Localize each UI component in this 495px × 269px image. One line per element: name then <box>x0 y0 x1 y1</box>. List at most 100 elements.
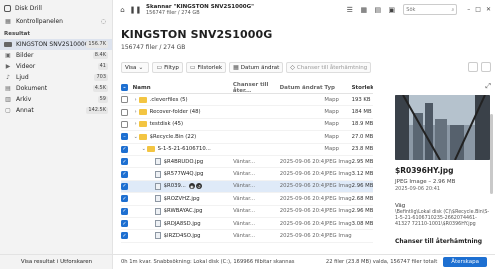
recover-icon[interactable]: ↺ <box>195 183 202 190</box>
recovery-chances-filter-button[interactable]: ◇ Chanser till återhämtning <box>286 62 372 73</box>
folder-icon <box>138 121 147 128</box>
row-date: 2025-09-06 20:41 <box>279 208 325 215</box>
music-icon: ♪ <box>6 74 10 81</box>
table-row[interactable]: ✓ ⌄ S-1-5-21-6106710... Mapp 23.8 MB <box>121 144 373 156</box>
sidebar-item-kingston[interactable]: KINGSTON SNV2S1000G 156.7K <box>0 39 112 50</box>
row-name: S-1-5-21-6106710... <box>157 146 211 153</box>
table-row[interactable]: ✓ $RWBAYAC.jpg Väntar... 2025-09-06 20:41 JP… <box>121 206 373 218</box>
close-icon[interactable]: ✕ <box>486 6 491 13</box>
chevron-right-icon[interactable]: › <box>133 109 139 115</box>
recover-button[interactable]: Återskapa <box>443 257 487 267</box>
row-date: 2025-09-06 20:41 <box>279 158 325 165</box>
recovery-chances-label: Chanser till återhämtning <box>296 64 368 71</box>
city-photo-icon <box>395 95 490 160</box>
sidebar-item-ljud[interactable]: ♪ Ljud 703 <box>0 72 112 83</box>
row-checkbox[interactable]: ✓ <box>121 232 128 240</box>
row-name: $ROZVHZ.jpg <box>163 195 200 202</box>
archive-icon: ▥ <box>5 96 11 103</box>
row-date: 2025-09-06 20:41 <box>279 220 325 227</box>
row-checkbox[interactable]: ✓ <box>121 195 128 203</box>
status-bar: 0h 1m kvar. Snabbsökning: Lokal disk (C:… <box>113 254 495 269</box>
chevron-right-icon[interactable]: › <box>133 97 139 103</box>
preview-pane-icon[interactable]: ▣ <box>386 4 397 15</box>
table-header: – Namn Chanser till åter... Datum ändrat… <box>121 82 373 94</box>
row-type: JPEG Image <box>324 232 352 239</box>
chevron-down-icon[interactable]: ⌄ <box>141 146 147 152</box>
sidebar-item-dashboard[interactable]: ▦ Kontrollpanelen ◌ <box>0 16 112 27</box>
row-checkbox[interactable]: ✓ <box>121 170 128 178</box>
filetype-filter-button[interactable]: ▭ Filtyp <box>152 62 183 73</box>
filesize-filter-button[interactable]: ▭ Filstorlek <box>185 62 227 73</box>
count-badge: 142.5K <box>86 107 108 114</box>
column-chance[interactable]: Chanser till åter... <box>233 82 280 94</box>
row-name: $R4BRUDO.jpg <box>163 158 204 165</box>
row-type: Mapp <box>324 96 339 103</box>
table-row[interactable]: ✓ $R4BRUDO.jpg Väntar... 2025-09-06 20:41 JP… <box>121 156 373 169</box>
chevron-right-icon[interactable]: › <box>133 121 139 127</box>
table-row[interactable]: › Recover-folder (48) Mapp 184 MB <box>121 106 373 119</box>
column-size[interactable]: Storlek <box>352 85 373 91</box>
row-size: 3.12 MB <box>351 171 373 178</box>
sidebar-item-annat[interactable]: ▢ Annat 142.5K <box>0 105 112 116</box>
grid-view-icon[interactable]: ▦ <box>358 4 369 15</box>
chevron-down-icon[interactable]: ⌄ <box>133 134 139 140</box>
preview-type-size: JPEG Image – 2.96 MB <box>395 179 456 185</box>
row-checkbox[interactable]: ✓ <box>121 220 128 228</box>
column-type[interactable]: Typ <box>324 85 351 91</box>
table-row[interactable]: – ⌄ $Recycle.Bin (22) Mapp 27.0 MB <box>121 131 373 144</box>
row-name: $Recycle.Bin (22) <box>149 133 197 140</box>
row-type: JPEG Image <box>324 171 352 178</box>
sort-toggle-icon[interactable] <box>481 62 491 72</box>
table-row[interactable]: ✓ $ROZVHZ.jpg Väntar... 2025-09-06 20:41 JPE… <box>121 193 373 206</box>
table-row[interactable]: ✓ $R577W4Q.jpg Väntar... 2025-09-06 20:41 JP… <box>121 168 373 181</box>
table-row[interactable]: › testdisk (45) Mapp 18.9 MB <box>121 119 373 132</box>
row-checkbox[interactable] <box>121 96 128 104</box>
row-chance: Väntar... <box>233 208 256 215</box>
search-icon: ⌕ <box>451 6 455 13</box>
sidebar-item-bilder[interactable]: ▣ Bilder 8.4K <box>0 50 112 61</box>
maximize-icon[interactable]: □ <box>475 6 481 13</box>
table-row[interactable]: ✓ $RDJA8SD.jpg Väntar... 2025-09-06 20:41 JP… <box>121 218 373 231</box>
table-row[interactable]: ✓ $R039... ◉ ↺ Väntar... 2025-09-06 20:41 JPEG… <box>121 180 373 194</box>
app-logo-icon <box>4 4 11 12</box>
row-name: $RDJA8SD.jpg <box>163 220 201 227</box>
home-icon[interactable]: ⌂ <box>117 5 128 16</box>
row-checkbox[interactable]: – <box>121 133 128 141</box>
row-actions: ◉ ↺ <box>188 183 203 190</box>
dashboard-icon: ▦ <box>5 18 11 25</box>
show-in-explorer-button[interactable]: Visa resultat i Utforskaren <box>0 254 113 269</box>
shield-icon: ◇ <box>290 64 295 71</box>
row-checkbox[interactable] <box>121 108 128 116</box>
open-external-icon[interactable]: ⤢ <box>485 82 491 91</box>
view-dropdown[interactable]: Visa ⌄ <box>121 62 150 73</box>
sidebar-item-arkiv[interactable]: ▥ Arkiv 59 <box>0 94 112 105</box>
row-checkbox[interactable]: ✓ <box>121 145 128 153</box>
row-type: Mapp <box>324 146 339 153</box>
table-row[interactable]: › .cleverfiles (5) Mapp 193 KB <box>121 94 373 107</box>
pause-icon[interactable]: ❚❚ <box>130 5 142 16</box>
count-badge: 156.7K <box>86 41 108 48</box>
sidebar-item-dokument[interactable]: ▤ Dokument 4.5K <box>0 83 112 94</box>
select-all-checkbox[interactable]: – <box>121 84 128 91</box>
row-type: JPEG Image <box>324 158 352 165</box>
table-row[interactable]: ✓ $IRZD4SO.jpg Väntar... 2025-09-06 20:41 JP… <box>121 230 373 243</box>
filter-toggle-icon[interactable] <box>468 62 478 72</box>
date-filter-button[interactable]: ▦ Datum ändrat <box>229 62 284 73</box>
row-checkbox[interactable]: ✓ <box>121 207 128 215</box>
column-date[interactable]: Datum ändrat <box>280 85 325 91</box>
column-name[interactable]: Namn <box>133 85 233 91</box>
search-input[interactable]: Sök ⌕ <box>403 4 458 15</box>
row-checkbox[interactable]: ✓ <box>121 158 128 166</box>
sidebar-item-label: Annat <box>16 107 34 114</box>
list-view-icon[interactable]: ☰ <box>344 4 355 15</box>
row-checkbox[interactable]: ✓ <box>121 182 128 190</box>
row-chance: Väntar... <box>233 195 256 202</box>
sidebar-item-videor[interactable]: ▶ Videor 41 <box>0 61 112 72</box>
tile-view-icon[interactable]: ▤ <box>372 4 383 15</box>
eye-icon[interactable]: ◉ <box>188 183 195 190</box>
sidebar-item-label: Kontrollpanelen <box>16 18 63 25</box>
row-checkbox[interactable] <box>121 120 128 128</box>
minimize-icon[interactable]: – <box>467 6 470 13</box>
sidebar-results-list: KINGSTON SNV2S1000G 156.7K ▣ Bilder 8.4K ▶ Vid… <box>0 39 112 116</box>
sidebar: Disk Drill ▦ Kontrollpanelen ◌ Resultat … <box>0 0 113 269</box>
